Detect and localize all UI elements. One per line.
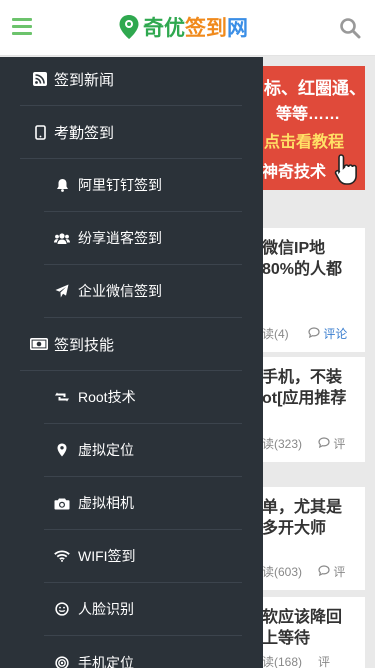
- view-count: 读(168): [262, 655, 303, 668]
- menu-label: WIFI签到: [78, 548, 136, 564]
- menu-label: 阿里钉钉签到: [78, 177, 162, 193]
- view-count: 读(323): [262, 437, 303, 451]
- top-header: 奇优 签到网: [0, 0, 375, 56]
- article-title: 微信IP地 80%的人都: [262, 240, 343, 278]
- banner-line-2: 等等……: [276, 106, 341, 123]
- article-meta: 读(4) 评论: [262, 325, 365, 342]
- comment-link[interactable]: 评: [318, 653, 330, 668]
- logo-text-part1: 奇优: [143, 17, 185, 40]
- comment-icon: [318, 565, 330, 577]
- menu-item-virtual-camera[interactable]: 虚拟相机: [44, 477, 242, 530]
- article-meta: 读(603) 评: [262, 563, 365, 580]
- menu-label: 签到技能: [54, 336, 115, 354]
- comment-icon: [318, 437, 330, 449]
- site-logo[interactable]: 奇优 签到网: [118, 12, 248, 42]
- menu-item-wecom-sign[interactable]: 企业微信签到: [44, 265, 242, 318]
- menu-item-root-tech[interactable]: Root技术: [44, 371, 242, 424]
- logo-text-part3: 网: [227, 17, 248, 40]
- logo-text-part2: 签到: [185, 17, 227, 40]
- camera-icon: [54, 495, 70, 511]
- menu-item-virtual-location[interactable]: 虚拟定位: [44, 424, 242, 477]
- menu-item-sign-news[interactable]: 签到新闻: [20, 57, 242, 106]
- article-card[interactable]: 微信IP地 80%的人都 读(4) 评论: [262, 228, 365, 352]
- menu-item-dingtalk-sign[interactable]: 阿里钉钉签到: [44, 159, 242, 212]
- menu-label: 人脸识别: [78, 601, 134, 617]
- wifi-icon: [54, 548, 70, 564]
- menu-item-sign-skills[interactable]: 签到技能: [20, 318, 242, 371]
- article-card[interactable]: 单，尤其是 多开大师 读(603) 评: [262, 487, 365, 590]
- view-count: 读(4): [262, 327, 289, 341]
- money-icon: [30, 336, 48, 352]
- paper-plane-icon: [54, 283, 70, 299]
- menu-label: 纷享逍客签到: [78, 230, 162, 246]
- smile-icon: [54, 601, 70, 617]
- retweet-icon: [54, 389, 70, 405]
- article-meta: 读(323) 评: [262, 435, 365, 452]
- article-card[interactable]: 软应该降回 上等待 读(168) 评: [262, 597, 365, 668]
- menu-label: 手机定位: [78, 654, 134, 668]
- menu-label: Root技术: [78, 389, 136, 405]
- menu-label: 考勤签到: [54, 124, 115, 142]
- map-marker-icon: [54, 442, 70, 458]
- bell-icon: [54, 177, 70, 193]
- target-icon: [54, 655, 70, 668]
- menu-item-phone-location[interactable]: 手机定位: [44, 636, 242, 668]
- search-icon[interactable]: [339, 17, 361, 39]
- rss-icon: [32, 71, 48, 87]
- menu-item-attendance-sign[interactable]: 考勤签到: [20, 106, 242, 159]
- banner-line-3: 点击看教程: [264, 134, 345, 151]
- banner-line-1: 标、红圈通、: [264, 79, 365, 98]
- article-title: 单，尤其是 多开大师: [262, 499, 343, 537]
- article-title: 软应该降回 上等待: [262, 609, 343, 647]
- article-title: 手机，不装 ot[应用推荐: [262, 369, 347, 407]
- menu-item-face-recognition[interactable]: 人脸识别: [44, 583, 242, 636]
- menu-label: 签到新闻: [54, 71, 115, 89]
- comment-link[interactable]: 评论: [308, 325, 347, 342]
- comment-icon: [308, 327, 320, 339]
- promo-banner[interactable]: 标、红圈通、 等等…… 点击看教程 神奇技术: [262, 66, 365, 190]
- nav-drawer: 签到新闻 考勤签到 阿里钉钉签到 纷享逍客签到 企业微信签到 签到技能 Root…: [0, 57, 263, 668]
- menu-label: 虚拟相机: [78, 495, 134, 511]
- menu-item-fxiaoke-sign[interactable]: 纷享逍客签到: [44, 212, 242, 265]
- menu-label: 企业微信签到: [78, 283, 162, 299]
- comment-link[interactable]: 评: [318, 563, 345, 580]
- users-icon: [54, 230, 70, 246]
- article-meta: 读(168) 评: [262, 653, 365, 668]
- view-count: 读(603): [262, 565, 303, 579]
- menu-toggle-icon[interactable]: [12, 18, 32, 36]
- pointing-hand-icon: [334, 154, 357, 185]
- mobile-icon: [32, 124, 48, 140]
- comment-link[interactable]: 评: [318, 435, 345, 452]
- menu-item-wifi-sign[interactable]: WIFI签到: [44, 530, 242, 583]
- banner-line-4: 神奇技术: [262, 164, 327, 181]
- article-card[interactable]: 手机，不装 ot[应用推荐 读(323) 评: [262, 357, 365, 462]
- menu-label: 虚拟定位: [78, 442, 134, 458]
- location-pin-icon: [119, 15, 139, 39]
